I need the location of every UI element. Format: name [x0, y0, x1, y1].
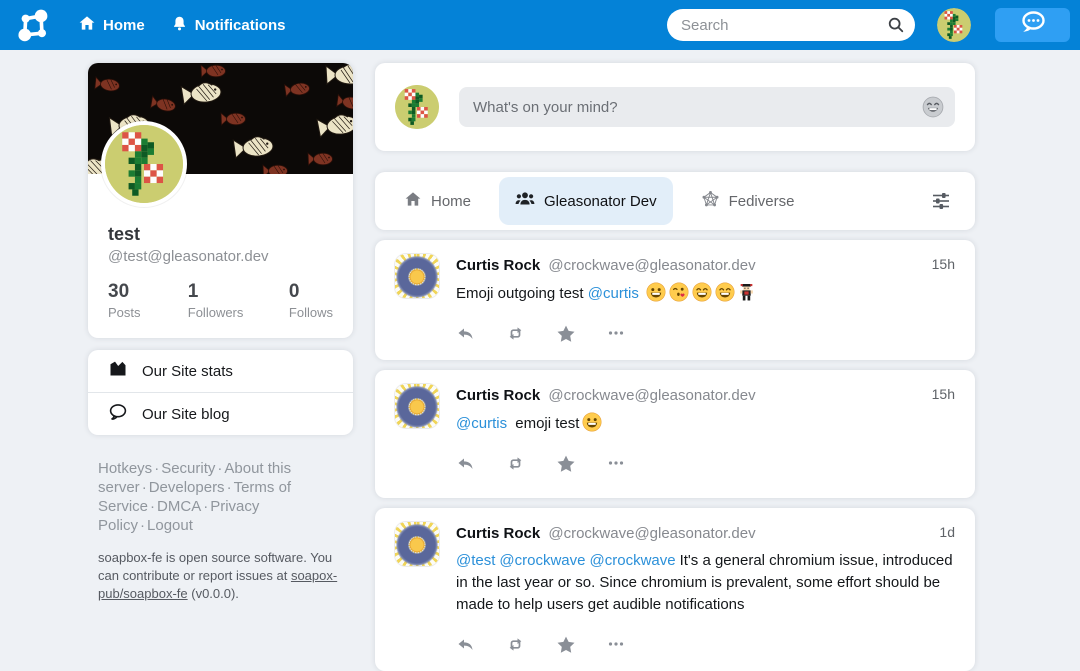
- repost-icon[interactable]: [506, 324, 525, 344]
- post-actions: [456, 454, 955, 474]
- nav-notifications-label: Notifications: [195, 17, 286, 34]
- house-icon: [404, 190, 422, 212]
- account-avatar[interactable]: [937, 8, 971, 42]
- post-author-avatar[interactable]: [395, 384, 439, 428]
- post: 15h Curtis Rock @crockwave@gleasonator.d…: [375, 240, 975, 360]
- about-soapbox-text: soapbox-fe is open source software. You …: [88, 549, 344, 603]
- profile-handle: @test@gleasonator.dev: [108, 248, 333, 265]
- post-author-handle[interactable]: @crockwave@gleasonator.dev: [548, 387, 755, 404]
- tab-fediverse[interactable]: Fediverse: [685, 177, 811, 226]
- nav-home-label: Home: [103, 17, 145, 34]
- home-icon: [78, 14, 96, 36]
- more-options-icon[interactable]: [607, 635, 625, 655]
- reply-icon[interactable]: [456, 635, 475, 655]
- post-author-avatar[interactable]: [395, 254, 439, 298]
- mention-link[interactable]: @curtis: [456, 415, 507, 432]
- top-navbar: Home Notifications: [0, 0, 1080, 50]
- emoji-picker-icon[interactable]: [922, 96, 944, 118]
- sidebar-item-site-blog[interactable]: Our Site blog: [88, 393, 353, 435]
- reply-icon[interactable]: [456, 324, 475, 344]
- post-author-handle[interactable]: @crockwave@gleasonator.dev: [548, 257, 755, 274]
- stat-posts[interactable]: 30 Posts: [108, 281, 188, 320]
- post-timestamp[interactable]: 15h: [932, 386, 955, 402]
- post-actions: [456, 324, 955, 344]
- footer-links: Hotkeys·Security·About this server·Devel…: [88, 459, 320, 535]
- post-author-handle[interactable]: @crockwave@gleasonator.dev: [548, 525, 755, 542]
- site-menu-card: Our Site stats Our Site blog: [88, 350, 353, 435]
- post-content: @curtis emoji test: [456, 412, 955, 435]
- mention-link[interactable]: @test: [456, 552, 495, 569]
- chat-button[interactable]: [995, 8, 1070, 42]
- footer-link-security[interactable]: Security: [161, 460, 215, 477]
- timeline-column: Home Gleasonator Dev: [375, 63, 975, 671]
- more-options-icon[interactable]: [607, 324, 625, 344]
- post-content: Emoji outgoing test @curtis: [456, 282, 955, 305]
- profile-avatar[interactable]: [101, 121, 187, 207]
- post-timestamp[interactable]: 1d: [939, 524, 955, 540]
- repost-icon[interactable]: [506, 454, 525, 474]
- bell-icon: [171, 15, 188, 36]
- profile-display-name: test: [108, 224, 333, 245]
- area-chart-icon: [108, 359, 128, 383]
- fediverse-icon: [701, 190, 720, 213]
- compose-input[interactable]: [459, 87, 955, 127]
- soapbox-logo-icon[interactable]: [12, 5, 52, 45]
- post: 1d Curtis Rock @crockwave@gleasonator.de…: [375, 508, 975, 671]
- post-author-name[interactable]: Curtis Rock: [456, 387, 540, 404]
- search-input[interactable]: [667, 9, 915, 41]
- footer-link-developers[interactable]: Developers: [149, 479, 225, 496]
- profile-card: test @test@gleasonator.dev 30 Posts 1 Fo…: [88, 63, 353, 338]
- grinning-face-emoji-icon: [582, 412, 602, 432]
- timeline-settings-sliders-icon[interactable]: [920, 184, 962, 218]
- mention-link[interactable]: @curtis: [588, 285, 639, 302]
- post-timestamp[interactable]: 15h: [932, 256, 955, 272]
- nav-home-link[interactable]: Home: [78, 14, 145, 36]
- compose-avatar[interactable]: [395, 85, 439, 129]
- search-icon[interactable]: [887, 16, 905, 39]
- pixel-character-custom-emoji-icon: [738, 283, 755, 302]
- favourite-star-icon[interactable]: [556, 324, 576, 344]
- speech-bubble-icon: [108, 402, 128, 426]
- site-blog-label: Our Site blog: [142, 406, 230, 423]
- post-author-name[interactable]: Curtis Rock: [456, 525, 540, 542]
- mention-link[interactable]: @crockwave: [499, 552, 585, 569]
- repost-icon[interactable]: [506, 635, 525, 655]
- stat-followers[interactable]: 1 Followers: [188, 281, 289, 320]
- sidebar-item-site-stats[interactable]: Our Site stats: [88, 350, 353, 392]
- site-stats-label: Our Site stats: [142, 363, 233, 380]
- search-box: [667, 9, 915, 41]
- beaming-face-emoji-icon: [692, 282, 712, 302]
- post-content: @test@crockwave@crockwaveIt's a general …: [456, 550, 955, 616]
- nav-notifications-link[interactable]: Notifications: [171, 15, 286, 36]
- post-author-avatar[interactable]: [395, 522, 439, 566]
- post-actions: [456, 635, 955, 655]
- mention-link[interactable]: @crockwave: [590, 552, 676, 569]
- grinning-face-emoji-icon: [646, 282, 666, 302]
- profile-stats: 30 Posts 1 Followers 0 Follows: [88, 265, 353, 338]
- compose-card: [375, 63, 975, 151]
- sidebar: test @test@gleasonator.dev 30 Posts 1 Fo…: [88, 63, 353, 603]
- post: 15h Curtis Rock @crockwave@gleasonator.d…: [375, 370, 975, 498]
- footer-link-dmca[interactable]: DMCA: [157, 498, 201, 515]
- tab-gleasonator-dev[interactable]: Gleasonator Dev: [499, 177, 673, 225]
- timeline-tabs: Home Gleasonator Dev: [375, 172, 975, 230]
- reply-icon[interactable]: [456, 454, 475, 474]
- footer-link-logout[interactable]: Logout: [147, 517, 193, 534]
- stat-follows[interactable]: 0 Follows: [289, 281, 333, 320]
- post-author-name[interactable]: Curtis Rock: [456, 257, 540, 274]
- footer-link-hotkeys[interactable]: Hotkeys: [98, 460, 152, 477]
- face-blowing-kiss-emoji-icon: [669, 282, 689, 302]
- tab-home[interactable]: Home: [388, 177, 487, 225]
- compose-field: [459, 87, 955, 127]
- favourite-star-icon[interactable]: [556, 635, 576, 655]
- more-options-icon[interactable]: [607, 454, 625, 474]
- favourite-star-icon[interactable]: [556, 454, 576, 474]
- chat-bubble-icon: [1018, 10, 1048, 40]
- user-group-icon: [515, 190, 535, 212]
- beaming-face-emoji-icon: [715, 282, 735, 302]
